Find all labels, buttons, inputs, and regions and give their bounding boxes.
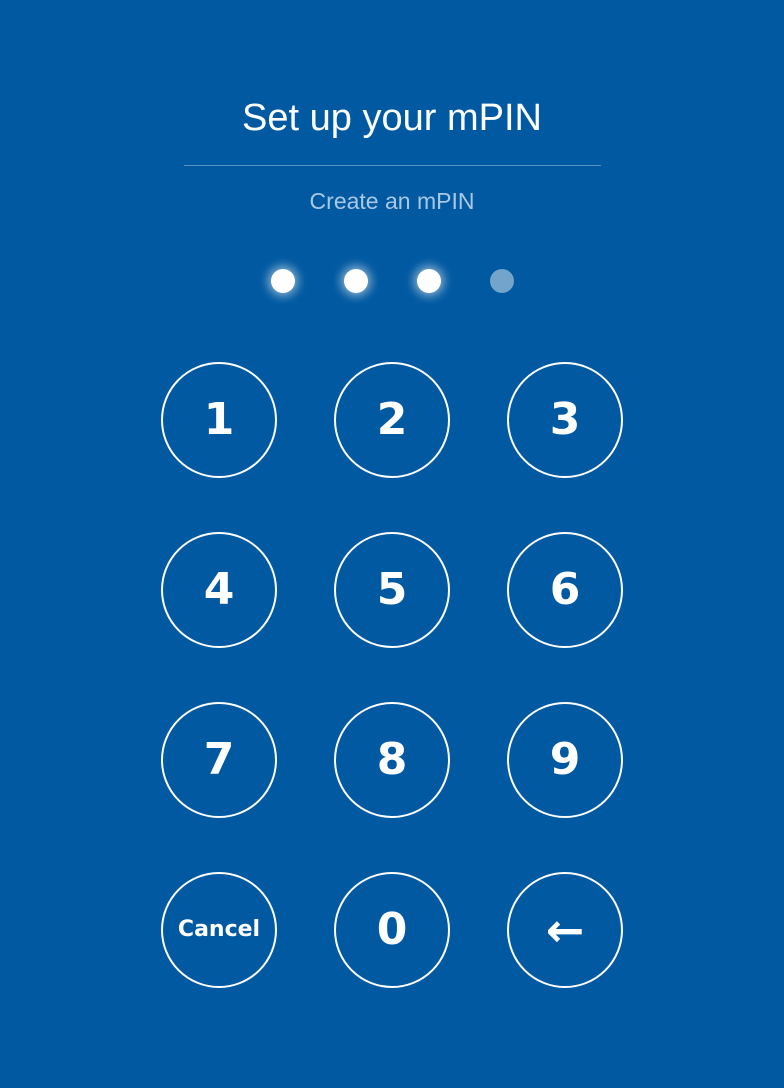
key-label: 3 xyxy=(549,394,581,445)
page-subtitle: Create an mPIN xyxy=(309,188,475,214)
page-title: Set up your mPIN xyxy=(242,97,542,139)
key-9[interactable]: 9 xyxy=(507,702,623,818)
key-8[interactable]: 8 xyxy=(334,702,450,818)
key-4[interactable]: 4 xyxy=(161,532,277,648)
cancel-label: Cancel xyxy=(177,917,261,942)
key-7[interactable]: 7 xyxy=(161,702,277,818)
pin-dot-filled xyxy=(271,269,295,293)
title-divider xyxy=(184,165,601,166)
key-0[interactable]: 0 xyxy=(334,872,450,988)
key-label: 7 xyxy=(203,734,235,785)
key-1[interactable]: 1 xyxy=(161,362,277,478)
key-label: 4 xyxy=(203,564,235,615)
cancel-button[interactable]: Cancel xyxy=(161,872,277,988)
key-3[interactable]: 3 xyxy=(507,362,623,478)
key-label: 1 xyxy=(203,394,235,445)
pin-dot-empty xyxy=(490,269,514,293)
key-5[interactable]: 5 xyxy=(334,532,450,648)
key-label: 2 xyxy=(376,394,408,445)
key-label: 9 xyxy=(549,734,581,785)
pin-dot-filled xyxy=(417,269,441,293)
key-label: 6 xyxy=(549,564,581,615)
pin-indicator xyxy=(0,269,784,293)
key-label: 8 xyxy=(376,734,408,785)
backspace-button[interactable]: ← xyxy=(507,872,623,988)
key-label: 0 xyxy=(376,904,408,955)
key-label: 5 xyxy=(376,564,408,615)
backspace-icon: ← xyxy=(545,903,585,957)
key-2[interactable]: 2 xyxy=(334,362,450,478)
key-6[interactable]: 6 xyxy=(507,532,623,648)
pin-dot-filled xyxy=(344,269,368,293)
